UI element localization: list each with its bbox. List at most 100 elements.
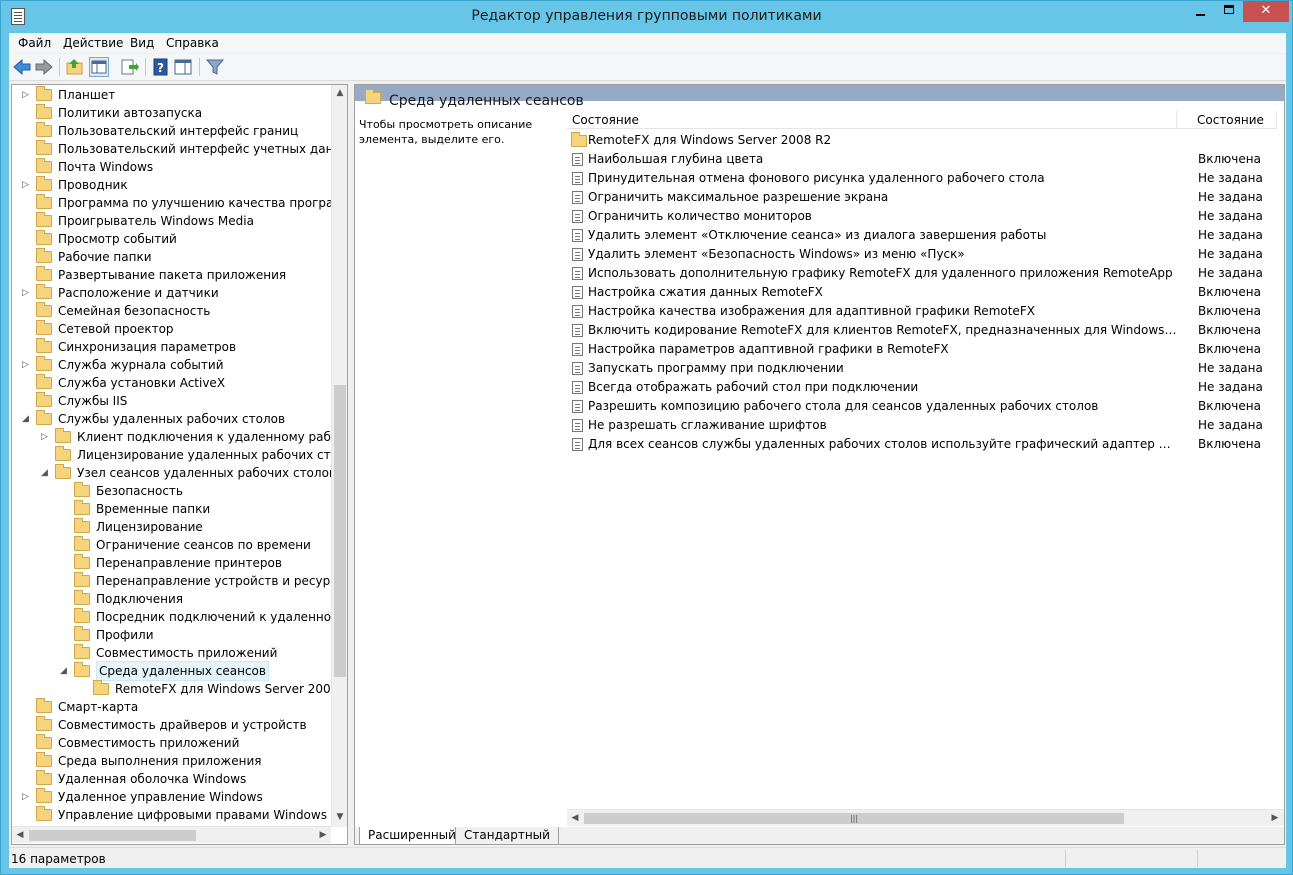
tree-item[interactable]: Сетевой проектор xyxy=(12,320,331,338)
tree-item[interactable]: ▷ Проводник xyxy=(12,176,331,194)
maximize-button[interactable] xyxy=(1215,1,1242,22)
expand-arrow-icon[interactable]: ▷ xyxy=(22,284,32,302)
setting-list-item[interactable]: Удалить элемент «Отключение сеанса» из д… xyxy=(567,226,1284,245)
setting-list-item[interactable]: Всегда отображать рабочий стол при подкл… xyxy=(567,378,1284,397)
up-level-button[interactable] xyxy=(65,57,85,77)
expand-arrow-icon[interactable]: ▷ xyxy=(22,356,32,374)
minimize-button[interactable] xyxy=(1187,1,1214,22)
tree-item[interactable]: Лицензирование xyxy=(12,518,331,536)
tree-item[interactable]: ▷ Удаленное управление Windows xyxy=(12,788,331,806)
tree-item[interactable]: ◢ Узел сеансов удаленных рабочих столов xyxy=(12,464,336,482)
setting-list-item[interactable]: Удалить элемент «Безопасность Windows» и… xyxy=(567,245,1284,264)
setting-list-item[interactable]: Наибольшая глубина цвета Включена xyxy=(567,150,1284,169)
tree-item[interactable]: Совместимость драйверов и устройств xyxy=(12,716,331,734)
tree-item[interactable]: Рабочие папки xyxy=(12,248,331,266)
scroll-left-icon[interactable]: ◀ xyxy=(12,827,28,844)
tree-item[interactable]: Пользовательский интерфейс учетных данны… xyxy=(12,140,347,158)
help-button[interactable]: ? xyxy=(151,57,171,77)
close-button[interactable]: ✕ xyxy=(1243,1,1289,22)
expand-arrow-icon[interactable]: ▷ xyxy=(22,176,32,194)
menu-view[interactable]: Вид xyxy=(130,36,154,50)
tree-item[interactable]: Политики автозапуска xyxy=(12,104,331,122)
tree-item[interactable]: Перенаправление устройств и ресурсов xyxy=(12,572,347,590)
expand-arrow-icon[interactable]: ▷ xyxy=(41,428,51,446)
tree-horizontal-scroll-thumb[interactable] xyxy=(29,830,196,841)
column-header-state[interactable]: Состояние xyxy=(1177,111,1277,129)
scroll-down-icon[interactable]: ▼ xyxy=(332,809,347,826)
folder-list-item[interactable]: RemoteFX для Windows Server 2008 R2 xyxy=(567,131,1284,150)
tab-extended[interactable]: Расширенный xyxy=(359,827,465,844)
tree-item[interactable]: Среда выполнения приложения xyxy=(12,752,331,770)
setting-list-item[interactable]: Настройка параметров адаптивной графики … xyxy=(567,340,1284,359)
collapse-arrow-icon[interactable]: ◢ xyxy=(60,662,70,680)
tree-item[interactable]: Посредник подключений к удаленному ра xyxy=(12,608,347,626)
tree-item[interactable]: Службы IIS xyxy=(12,392,331,410)
tree-vertical-scrollbar[interactable]: ▲ ▼ xyxy=(331,85,347,827)
scroll-up-icon[interactable]: ▲ xyxy=(332,85,347,102)
scroll-right-icon[interactable]: ▶ xyxy=(315,827,331,844)
setting-list-item[interactable]: Не разрешать сглаживание шрифтов Не задан… xyxy=(567,416,1284,435)
setting-list-item[interactable]: Использовать дополнительную графику Remo… xyxy=(567,264,1284,283)
collapse-arrow-icon[interactable]: ◢ xyxy=(41,464,51,482)
tree-item[interactable]: Служба установки ActiveX xyxy=(12,374,331,392)
column-header-setting[interactable]: Состояние xyxy=(567,111,1177,129)
menu-help[interactable]: Справка xyxy=(166,36,219,50)
tree-item[interactable]: ◢ Среда удаленных сеансов xyxy=(12,661,331,681)
filter-button[interactable] xyxy=(205,57,225,77)
setting-list-item[interactable]: Запускать программу при подключении Не за… xyxy=(567,359,1284,378)
setting-list-item[interactable]: Ограничить максимальное разрешение экран… xyxy=(567,188,1284,207)
tree-item[interactable]: Программа по улучшению качества программ… xyxy=(12,194,347,212)
tab-standard[interactable]: Стандартный xyxy=(455,827,559,844)
menu-file[interactable]: Файл xyxy=(18,36,51,50)
tree-item[interactable]: ▷ Служба журнала событий xyxy=(12,356,331,374)
tree-item[interactable]: Смарт-карта xyxy=(12,698,331,716)
scroll-right-icon[interactable]: ▶ xyxy=(1267,810,1283,827)
expand-arrow-icon[interactable]: ▷ xyxy=(22,86,32,104)
tree-item[interactable]: Удаленная оболочка Windows xyxy=(12,770,331,788)
setting-list-item[interactable]: Разрешить композицию рабочего стола для … xyxy=(567,397,1284,416)
tree-item[interactable]: Безопасность xyxy=(12,482,331,500)
tree-item[interactable]: Совместимость приложений xyxy=(12,734,331,752)
scroll-left-icon[interactable]: ◀ xyxy=(567,810,583,827)
setting-list-item[interactable]: Ограничить количество мониторов Не задана xyxy=(567,207,1284,226)
show-hide-console-tree-button[interactable] xyxy=(89,57,109,77)
tree-item[interactable]: ▷ Планшет xyxy=(12,86,331,104)
tree-item[interactable]: Перенаправление принтеров xyxy=(12,554,331,572)
tree-item[interactable]: Профили xyxy=(12,626,331,644)
tree-item[interactable]: Семейная безопасность xyxy=(12,302,331,320)
tree-item[interactable]: ◢ Службы удаленных рабочих столов xyxy=(12,410,331,428)
tree-item[interactable]: Пользовательский интерфейс границ xyxy=(12,122,331,140)
tree-item[interactable]: Совместимость приложений xyxy=(12,644,331,662)
tree-item[interactable]: Почта Windows xyxy=(12,158,331,176)
export-list-button[interactable] xyxy=(119,57,139,77)
setting-list-item[interactable]: Для всех сеансов службы удаленных рабочи… xyxy=(567,435,1284,454)
details-horizontal-scroll-thumb[interactable]: ||| xyxy=(584,813,1124,824)
details-horizontal-scrollbar[interactable]: ◀ ||| ▶ xyxy=(567,809,1284,826)
tree-item[interactable]: ▷ Клиент подключения к удаленному рабочем… xyxy=(12,428,347,446)
title-bar[interactable]: Редактор управления групповыми политикам… xyxy=(1,1,1292,33)
back-button[interactable] xyxy=(12,57,32,77)
tree-item[interactable]: Просмотр событий xyxy=(12,230,331,248)
tree-item[interactable]: Управление цифровыми правами Windows Med… xyxy=(12,806,347,824)
tree-horizontal-scrollbar[interactable]: ◀ ▶ xyxy=(12,826,331,843)
tree-item[interactable]: Временные папки xyxy=(12,500,331,518)
expand-arrow-icon[interactable]: ▷ xyxy=(22,788,32,806)
tree-item[interactable]: Проигрыватель Windows Media xyxy=(12,212,331,230)
console-tree[interactable]: ▷ Планшет Политики автозапуска Пользователь… xyxy=(11,84,348,845)
menu-action[interactable]: Действие xyxy=(63,36,123,50)
setting-list-item[interactable]: Настройка сжатия данных RemoteFX Включена xyxy=(567,283,1284,302)
forward-button[interactable] xyxy=(34,57,54,77)
setting-list-item[interactable]: Настройка качества изображения для адапт… xyxy=(567,302,1284,321)
collapse-arrow-icon[interactable]: ◢ xyxy=(22,410,32,428)
tree-item[interactable]: Развертывание пакета приложения xyxy=(12,266,331,284)
tree-item[interactable]: Ограничение сеансов по времени xyxy=(12,536,331,554)
tree-item[interactable]: RemoteFX для Windows Server 2008 R2 xyxy=(12,680,347,698)
tree-item[interactable]: Лицензирование удаленных рабочих столов xyxy=(12,446,347,464)
setting-list-item[interactable]: Включить кодирование RemoteFX для клиент… xyxy=(567,321,1284,340)
show-action-pane-button[interactable] xyxy=(173,57,193,77)
tree-item[interactable]: Синхронизация параметров xyxy=(12,338,331,356)
tree-vertical-scroll-thumb[interactable] xyxy=(334,385,346,677)
tree-item[interactable]: Подключения xyxy=(12,590,331,608)
setting-list-item[interactable]: Принудительная отмена фонового рисунка у… xyxy=(567,169,1284,188)
tree-item[interactable]: ▷ Расположение и датчики xyxy=(12,284,331,302)
